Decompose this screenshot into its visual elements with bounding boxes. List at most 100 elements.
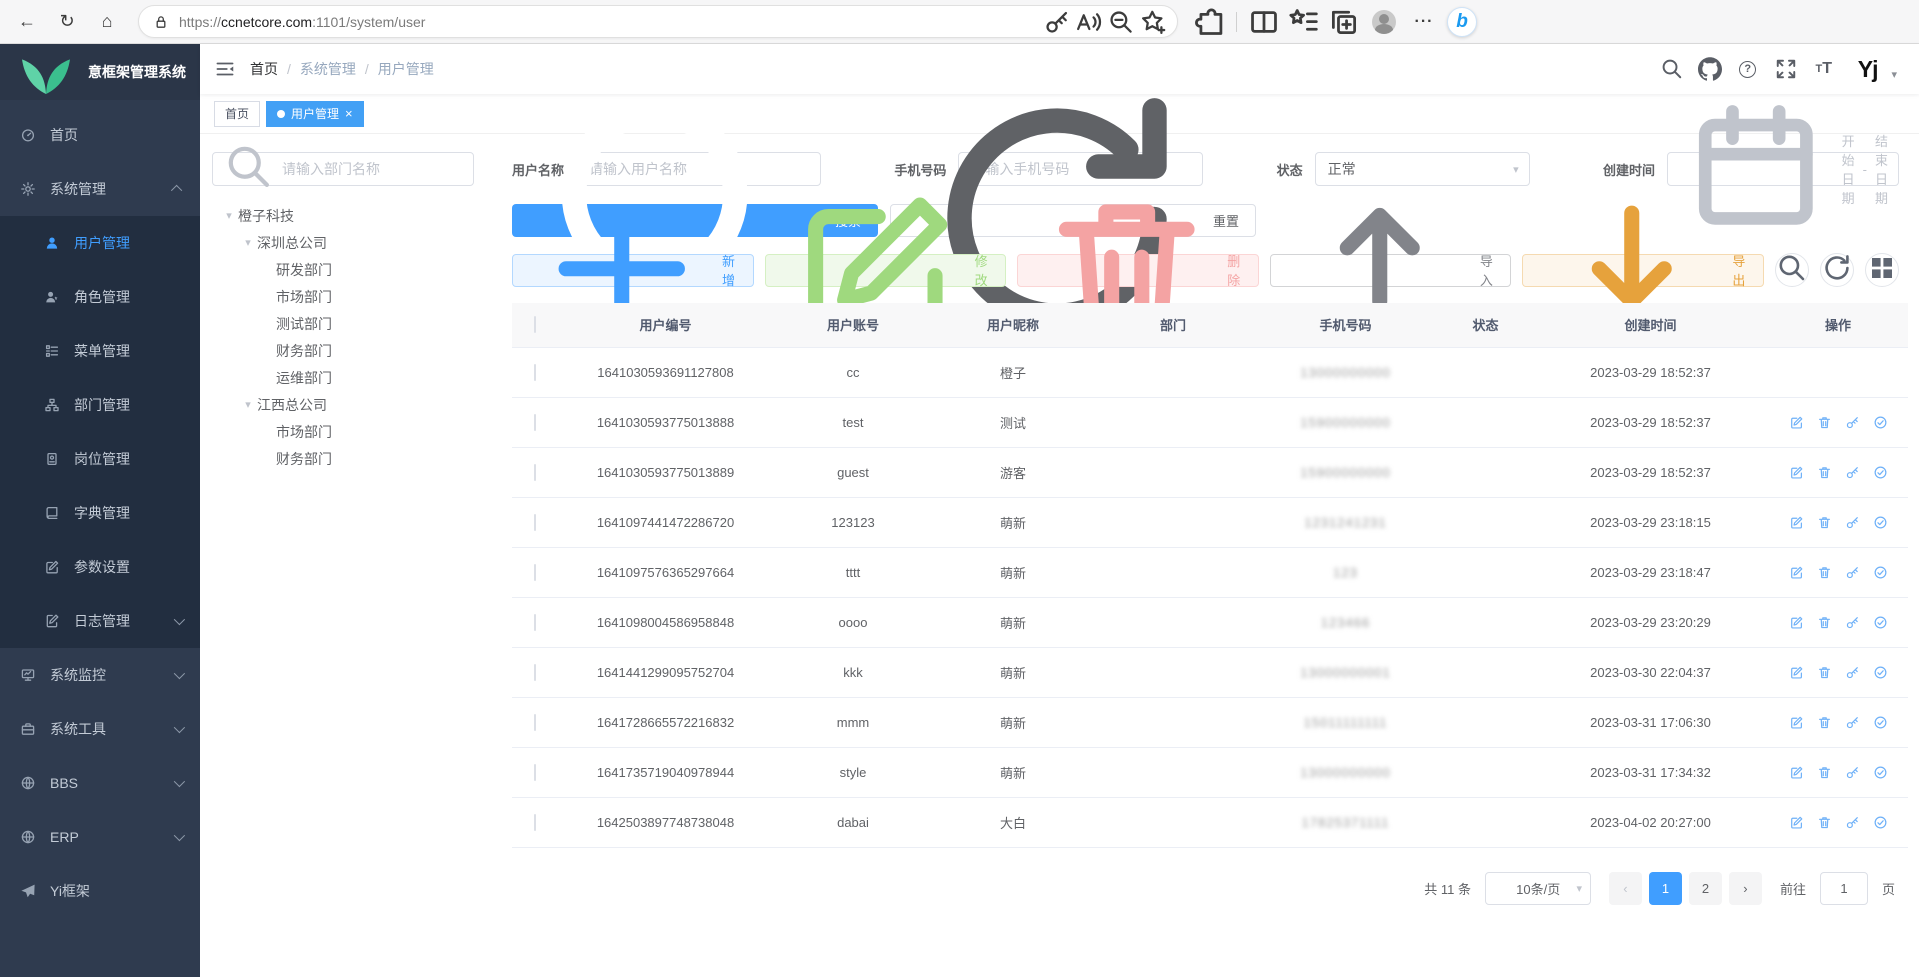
address-bar[interactable]: https://ccnetcore.com:1101/system/user [138,5,1178,38]
edit-icon[interactable] [1789,465,1804,480]
key-icon[interactable] [1845,565,1860,580]
help-icon[interactable]: ? [1736,57,1760,81]
tree-node-7[interactable]: ▾江西总公司 [212,391,512,418]
row-checkbox[interactable] [534,614,536,631]
select-all-checkbox[interactable] [534,316,536,333]
sidebar-item-13[interactable]: ERP [0,810,200,864]
sidebar-item-12[interactable]: BBS [0,756,200,810]
zoom-out-icon[interactable] [1107,8,1135,36]
favorites-icon[interactable] [1287,5,1321,39]
check-circle-icon[interactable] [1873,565,1888,580]
edit-button[interactable]: 修改 [765,254,1007,287]
check-circle-icon[interactable] [1873,515,1888,530]
row-checkbox[interactable] [534,664,536,681]
edit-icon[interactable] [1789,815,1804,830]
sidebar-item-2[interactable]: 用户管理 [0,216,200,270]
row-checkbox[interactable] [534,564,536,581]
extensions-puzzle-icon[interactable] [1192,5,1226,39]
refresh-table-button[interactable] [1820,253,1854,287]
row-checkbox[interactable] [534,714,536,731]
tree-caret-icon[interactable]: ▾ [220,209,238,222]
github-icon[interactable] [1698,57,1722,81]
sidebar-item-0[interactable]: 首页 [0,108,200,162]
tree-node-0[interactable]: ▾橙子科技 [212,202,512,229]
check-circle-icon[interactable] [1873,715,1888,730]
tree-node-8[interactable]: 市场部门 [212,418,512,445]
collections-icon[interactable] [1327,5,1361,39]
tree-node-2[interactable]: 研发部门 [212,256,512,283]
delete-button[interactable]: 删除 [1017,254,1259,287]
app-logo[interactable]: 意框架管理系统 [0,44,200,100]
sidebar-item-11[interactable]: 系统工具 [0,702,200,756]
sidebar-item-8[interactable]: 参数设置 [0,540,200,594]
fullscreen-icon[interactable] [1774,57,1798,81]
sidebar-item-6[interactable]: 岗位管理 [0,432,200,486]
row-checkbox[interactable] [534,464,536,481]
tree-node-6[interactable]: 运维部门 [212,364,512,391]
sidebar-item-5[interactable]: 部门管理 [0,378,200,432]
key-icon[interactable] [1845,815,1860,830]
row-checkbox[interactable] [534,514,536,531]
row-checkbox[interactable] [534,764,536,781]
toggle-search-button[interactable] [1775,253,1809,287]
edit-icon[interactable] [1789,715,1804,730]
edit-icon[interactable] [1789,565,1804,580]
read-aloud-icon[interactable] [1075,8,1103,36]
next-page-button[interactable]: › [1729,872,1762,905]
sidebar-item-4[interactable]: 菜单管理 [0,324,200,378]
row-checkbox[interactable] [534,814,536,831]
key-icon[interactable] [1845,715,1860,730]
tree-caret-icon[interactable]: ▾ [239,398,257,411]
tab-home[interactable]: 首页 [214,101,260,127]
page-size-select[interactable]: 10条/页 ▾ [1485,872,1591,905]
check-circle-icon[interactable] [1873,815,1888,830]
profile-avatar[interactable] [1367,5,1401,39]
check-circle-icon[interactable] [1873,615,1888,630]
breadcrumb-home[interactable]: 首页 [250,59,278,79]
font-size-icon[interactable]: TT [1812,57,1836,81]
sidebar-item-9[interactable]: 日志管理 [0,594,200,648]
sidebar-item-14[interactable]: Yi框架 [0,864,200,918]
header-search-icon[interactable] [1660,57,1684,81]
page-button-1[interactable]: 1 [1649,872,1682,905]
edit-icon[interactable] [1789,615,1804,630]
check-circle-icon[interactable] [1873,665,1888,680]
tree-caret-icon[interactable]: ▾ [239,236,257,249]
tree-node-4[interactable]: 测试部门 [212,310,512,337]
user-caret-icon[interactable]: ▾ [1891,68,1897,81]
sidebar-item-10[interactable]: 系统监控 [0,648,200,702]
edit-icon[interactable] [1789,515,1804,530]
tab-user-management[interactable]: 用户管理 × [266,101,364,127]
trash-icon[interactable] [1817,415,1832,430]
browser-back-icon[interactable]: ← [10,5,44,39]
key-icon[interactable] [1845,615,1860,630]
add-button[interactable]: 新增 [512,254,754,287]
trash-icon[interactable] [1817,715,1832,730]
dept-search-input[interactable] [282,161,463,177]
row-checkbox[interactable] [534,364,536,381]
key-icon[interactable] [1845,415,1860,430]
browser-home-icon[interactable]: ⌂ [90,5,124,39]
tree-node-5[interactable]: 财务部门 [212,337,512,364]
bing-copilot-icon[interactable]: b [1447,7,1477,37]
key-icon[interactable] [1845,665,1860,680]
trash-icon[interactable] [1817,765,1832,780]
sidebar-item-1[interactable]: 系统管理 [0,162,200,216]
goto-page-input[interactable] [1820,872,1868,905]
import-button[interactable]: 导入 [1270,254,1512,287]
prev-page-button[interactable]: ‹ [1609,872,1642,905]
sidebar-item-3[interactable]: 角色管理 [0,270,200,324]
edit-icon[interactable] [1789,415,1804,430]
trash-icon[interactable] [1817,565,1832,580]
trash-icon[interactable] [1817,515,1832,530]
sidebar-item-7[interactable]: 字典管理 [0,486,200,540]
tree-node-3[interactable]: 市场部门 [212,283,512,310]
browser-refresh-icon[interactable]: ↻ [50,5,84,39]
key-icon[interactable] [1845,765,1860,780]
check-circle-icon[interactable] [1873,465,1888,480]
trash-icon[interactable] [1817,665,1832,680]
user-logo[interactable]: Yj [1858,56,1878,83]
tree-node-1[interactable]: ▾深圳总公司 [212,229,512,256]
breadcrumb-system[interactable]: 系统管理 [300,59,356,79]
add-favorite-star-icon[interactable] [1139,8,1167,36]
